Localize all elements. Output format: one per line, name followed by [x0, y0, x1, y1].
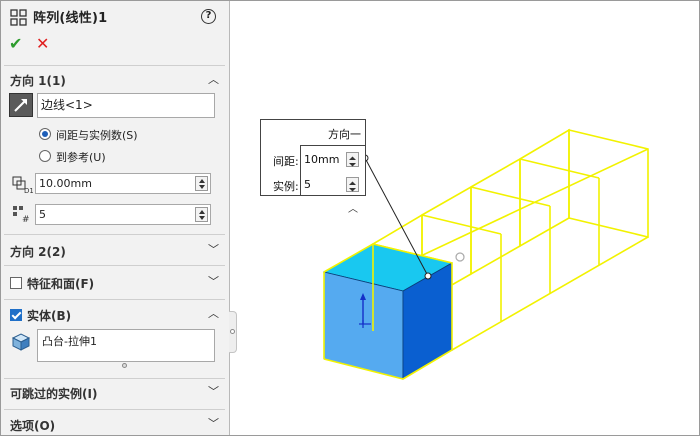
chevron-down-icon[interactable]: ﹀: [208, 383, 219, 399]
resize-handle[interactable]: [122, 363, 127, 368]
spacing-spinner[interactable]: [195, 176, 208, 191]
callout-spacing-spinner[interactable]: [346, 152, 359, 167]
callout-collapse-icon[interactable]: ︿: [348, 200, 358, 215]
graphics-viewport[interactable]: [230, 1, 700, 436]
chevron-up-icon[interactable]: ︿: [208, 71, 219, 87]
divider: [4, 299, 225, 300]
direction1-header[interactable]: 方向 1(1): [10, 72, 66, 89]
feature-title: 阵列(线性)1: [33, 11, 108, 26]
spacing-value: 10.00mm: [39, 177, 92, 190]
solid-body-icon: [11, 333, 31, 351]
instances-value: 5: [39, 208, 46, 221]
spacing-input[interactable]: 10.00mm: [35, 173, 211, 194]
instances-input[interactable]: 5: [35, 204, 211, 225]
radio-up-to-reference[interactable]: [39, 150, 51, 162]
callout-spacing-value[interactable]: 10mm: [304, 153, 339, 166]
bodies-checkbox[interactable]: [10, 309, 22, 321]
radio-reference-label: 到参考(U): [56, 151, 106, 164]
svg-text:D1: D1: [24, 187, 33, 194]
direction-edge-field[interactable]: 边线<1>: [37, 93, 215, 118]
radio-spacing-instances[interactable]: [39, 128, 51, 140]
divider: [4, 409, 225, 410]
linear-pattern-icon: [10, 9, 27, 26]
direction-callout: 方向一 间距: 实例: 10mm 5: [260, 119, 366, 196]
chevron-down-icon[interactable]: ﹀: [208, 415, 219, 431]
property-manager-panel: 阵列(线性)1 ? ✔ ✕ 方向 1(1) ︿ 边线<1> 间距与实例数(S) …: [1, 1, 230, 435]
seed-body: [322, 243, 454, 380]
help-icon[interactable]: ?: [201, 9, 216, 24]
callout-spacing-label: 间距:: [273, 155, 299, 168]
divider: [4, 234, 225, 235]
spinner-arrows-icon: [349, 181, 356, 192]
callout-instances-spinner[interactable]: [346, 177, 359, 192]
callout-instances-label: 实例:: [273, 180, 299, 193]
chevron-down-icon[interactable]: ﹀: [208, 273, 219, 289]
chevron-up-icon[interactable]: ︿: [208, 305, 219, 321]
bodies-list[interactable]: 凸台-拉伸1: [37, 329, 215, 362]
instances-spinner[interactable]: [195, 207, 208, 222]
features-faces-checkbox[interactable]: [10, 277, 22, 289]
features-faces-header[interactable]: 特征和面(F): [27, 275, 94, 292]
arrow-icon: [14, 99, 27, 112]
callout-header: 方向一: [328, 128, 361, 141]
bodies-list-item[interactable]: 凸台-拉伸1: [42, 333, 97, 349]
divider: [4, 378, 225, 379]
spinner-arrows-icon: [349, 156, 356, 167]
options-header[interactable]: 选项(O): [10, 417, 55, 434]
direction2-header[interactable]: 方向 2(2): [10, 243, 66, 260]
divider: [4, 265, 225, 266]
bodies-header[interactable]: 实体(B): [27, 307, 71, 324]
direction-arrow-button[interactable]: [9, 93, 33, 117]
cancel-button[interactable]: ✕: [36, 34, 49, 53]
skip-instances-header[interactable]: 可跳过的实例(I): [10, 385, 97, 402]
chevron-down-icon[interactable]: ﹀: [208, 241, 219, 257]
spacing-icon: D1: [12, 176, 33, 194]
edge-anchor-dot: [424, 272, 432, 280]
radio-spacing-label: 间距与实例数(S): [56, 129, 138, 142]
divider: [4, 65, 225, 66]
drag-handle-icon[interactable]: [455, 252, 465, 262]
callout-instances-value[interactable]: 5: [304, 178, 311, 191]
window: 阵列(线性)1 ? ✔ ✕ 方向 1(1) ︿ 边线<1> 间距与实例数(S) …: [0, 0, 700, 436]
svg-text:#: #: [22, 215, 30, 224]
instances-icon: #: [13, 206, 30, 224]
ok-button[interactable]: ✔: [9, 34, 22, 53]
callout-fields: 10mm 5: [300, 145, 366, 196]
